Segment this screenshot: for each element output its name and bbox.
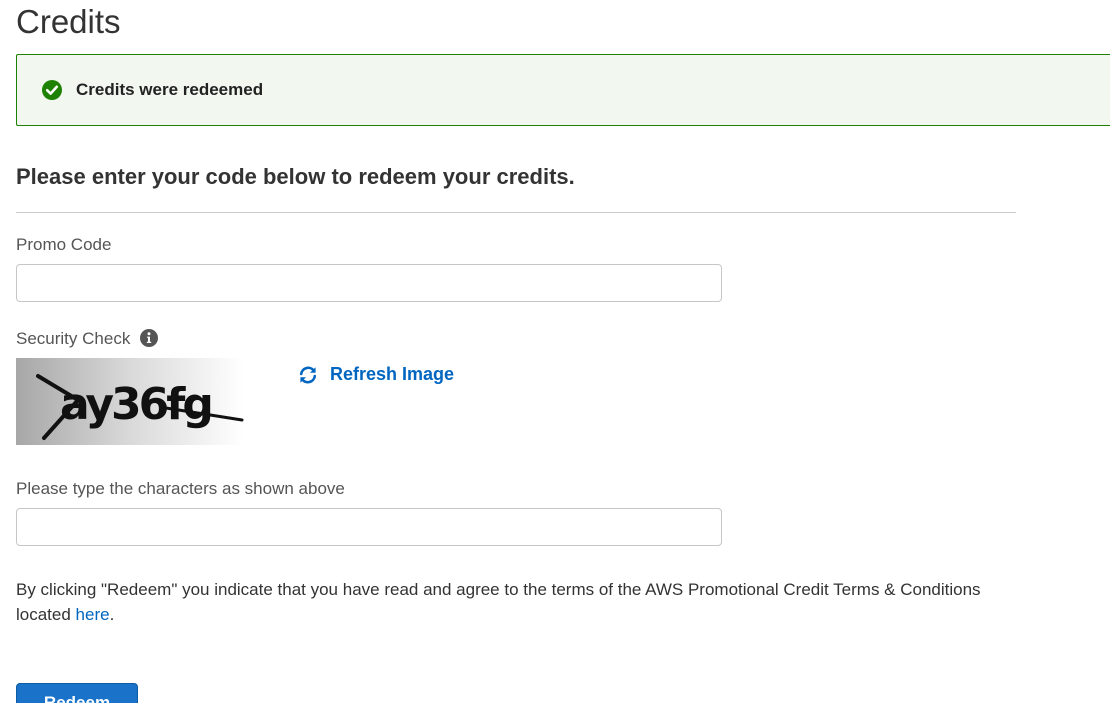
captcha-input[interactable]: [16, 508, 722, 546]
terms-text: By clicking "Redeem" you indicate that y…: [16, 577, 1026, 627]
success-alert: Credits were redeemed: [16, 54, 1110, 126]
refresh-image-link[interactable]: Refresh Image: [298, 364, 454, 385]
security-check-label-row: Security Check: [16, 329, 159, 349]
redeem-button[interactable]: Redeem: [16, 683, 138, 703]
info-circle-icon[interactable]: [140, 329, 159, 347]
promo-code-label: Promo Code: [16, 235, 112, 254]
refresh-image-label: Refresh Image: [330, 364, 455, 384]
form-heading: Please enter your code below to redeem y…: [16, 164, 575, 189]
alert-message: Credits were redeemed: [76, 80, 264, 99]
captcha-text: ay36fg: [60, 379, 211, 430]
divider: [16, 212, 1016, 213]
check-circle-icon: [42, 80, 62, 100]
terms-suffix: .: [109, 605, 115, 624]
credits-page: Credits Credits were redeemed Please ent…: [0, 0, 1110, 703]
captcha-input-label: Please type the characters as shown abov…: [16, 479, 345, 498]
page-title: Credits: [16, 3, 121, 40]
terms-prefix: By clicking "Redeem" you indicate that y…: [16, 580, 981, 624]
promo-code-input[interactable]: [16, 264, 722, 302]
captcha-image: ay36fg: [16, 358, 244, 445]
refresh-icon: [299, 366, 317, 383]
security-check-label: Security Check: [16, 329, 131, 348]
terms-link[interactable]: here: [76, 605, 110, 624]
